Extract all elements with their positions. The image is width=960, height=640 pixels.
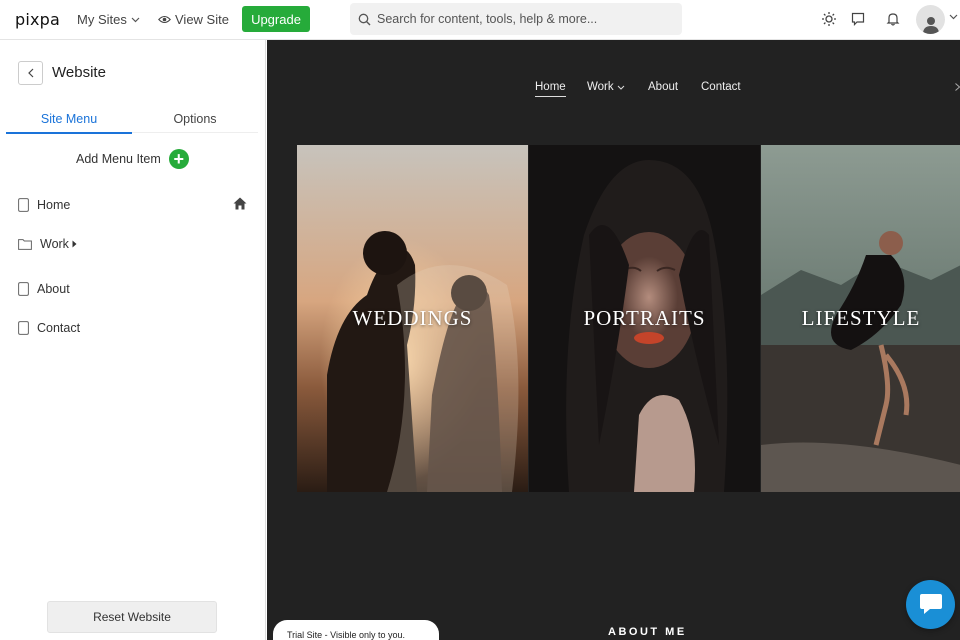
- panel-label-weddings: WEDDINGS: [352, 306, 473, 330]
- bell-icon[interactable]: [885, 11, 901, 27]
- site-preview: Home Work About Contact WEDDINGS PORTRAI…: [267, 40, 960, 640]
- gallery-panel-weddings[interactable]: WEDDINGS: [297, 145, 528, 492]
- pixpa-logo[interactable]: pixpa: [15, 10, 60, 29]
- sidebar-item-label: Home: [37, 198, 71, 212]
- folder-icon: [18, 239, 32, 250]
- chevron-down-icon: [617, 85, 624, 90]
- eye-icon: [158, 15, 171, 24]
- search-icon: [358, 13, 371, 25]
- home-icon: [233, 197, 247, 210]
- page-icon: [18, 321, 29, 335]
- site-nav-contact[interactable]: Contact: [701, 81, 741, 93]
- my-sites-label: My Sites: [77, 12, 127, 27]
- chat-bubble-icon[interactable]: [850, 11, 866, 27]
- tab-options[interactable]: Options: [132, 112, 258, 133]
- add-menu-item-button[interactable]: Add Menu Item +: [76, 149, 189, 169]
- gallery-panel-portraits[interactable]: PORTRAITS: [529, 145, 760, 492]
- chevron-down-icon[interactable]: [949, 14, 958, 20]
- search-input[interactable]: [371, 12, 671, 26]
- site-nav-home[interactable]: Home: [535, 81, 566, 97]
- brightness-icon[interactable]: [821, 11, 837, 27]
- sidebar-item-work[interactable]: Work: [18, 237, 77, 251]
- site-nav-work[interactable]: Work: [587, 81, 625, 93]
- chat-icon: [919, 593, 942, 614]
- sidebar-item-label: Work: [40, 237, 69, 251]
- panel-label-portraits: PORTRAITS: [583, 306, 706, 330]
- chevron-right-icon: [955, 83, 960, 91]
- add-menu-item-label: Add Menu Item: [76, 152, 161, 166]
- back-button[interactable]: [18, 61, 43, 85]
- page-icon: [18, 198, 29, 212]
- view-site-link[interactable]: View Site: [158, 12, 229, 27]
- chat-support-button[interactable]: [906, 580, 955, 629]
- site-nav-label: Work: [587, 81, 614, 93]
- chevron-left-icon: [27, 68, 33, 78]
- view-site-label: View Site: [175, 12, 229, 27]
- top-bar: pixpa My Sites View Site Upgrade: [0, 0, 960, 40]
- caret-right-icon[interactable]: [72, 240, 77, 248]
- my-sites-dropdown[interactable]: My Sites: [77, 12, 140, 27]
- plus-icon: +: [168, 149, 189, 169]
- sidebar-item-contact[interactable]: Contact: [18, 321, 80, 335]
- tab-site-menu[interactable]: Site Menu: [6, 112, 132, 134]
- sidebar-item-about[interactable]: About: [18, 282, 70, 296]
- upgrade-button[interactable]: Upgrade: [242, 6, 310, 32]
- page-icon: [18, 282, 29, 296]
- sidebar-item-label: Contact: [37, 321, 81, 335]
- reset-website-button[interactable]: Reset Website: [47, 601, 217, 633]
- sidebar-title: Website: [52, 64, 106, 81]
- gallery-panel-lifestyle[interactable]: LIFESTYLE: [761, 145, 960, 492]
- search-bar[interactable]: [350, 3, 682, 35]
- about-me-heading: ABOUT ME: [608, 626, 687, 638]
- chevron-down-icon: [131, 17, 140, 22]
- sidebar-item-home[interactable]: Home: [18, 198, 70, 212]
- panel-label-lifestyle: LIFESTYLE: [801, 306, 921, 330]
- user-icon: [922, 17, 939, 34]
- trial-site-text: Trial Site - Visible only to you.: [287, 630, 406, 640]
- trial-site-badge: Trial Site - Visible only to you.: [273, 620, 439, 640]
- avatar[interactable]: [916, 5, 945, 34]
- sidebar: Website Site Menu Options Add Menu Item …: [0, 40, 266, 640]
- site-nav-about[interactable]: About: [648, 81, 678, 93]
- sidebar-item-label: About: [37, 282, 70, 296]
